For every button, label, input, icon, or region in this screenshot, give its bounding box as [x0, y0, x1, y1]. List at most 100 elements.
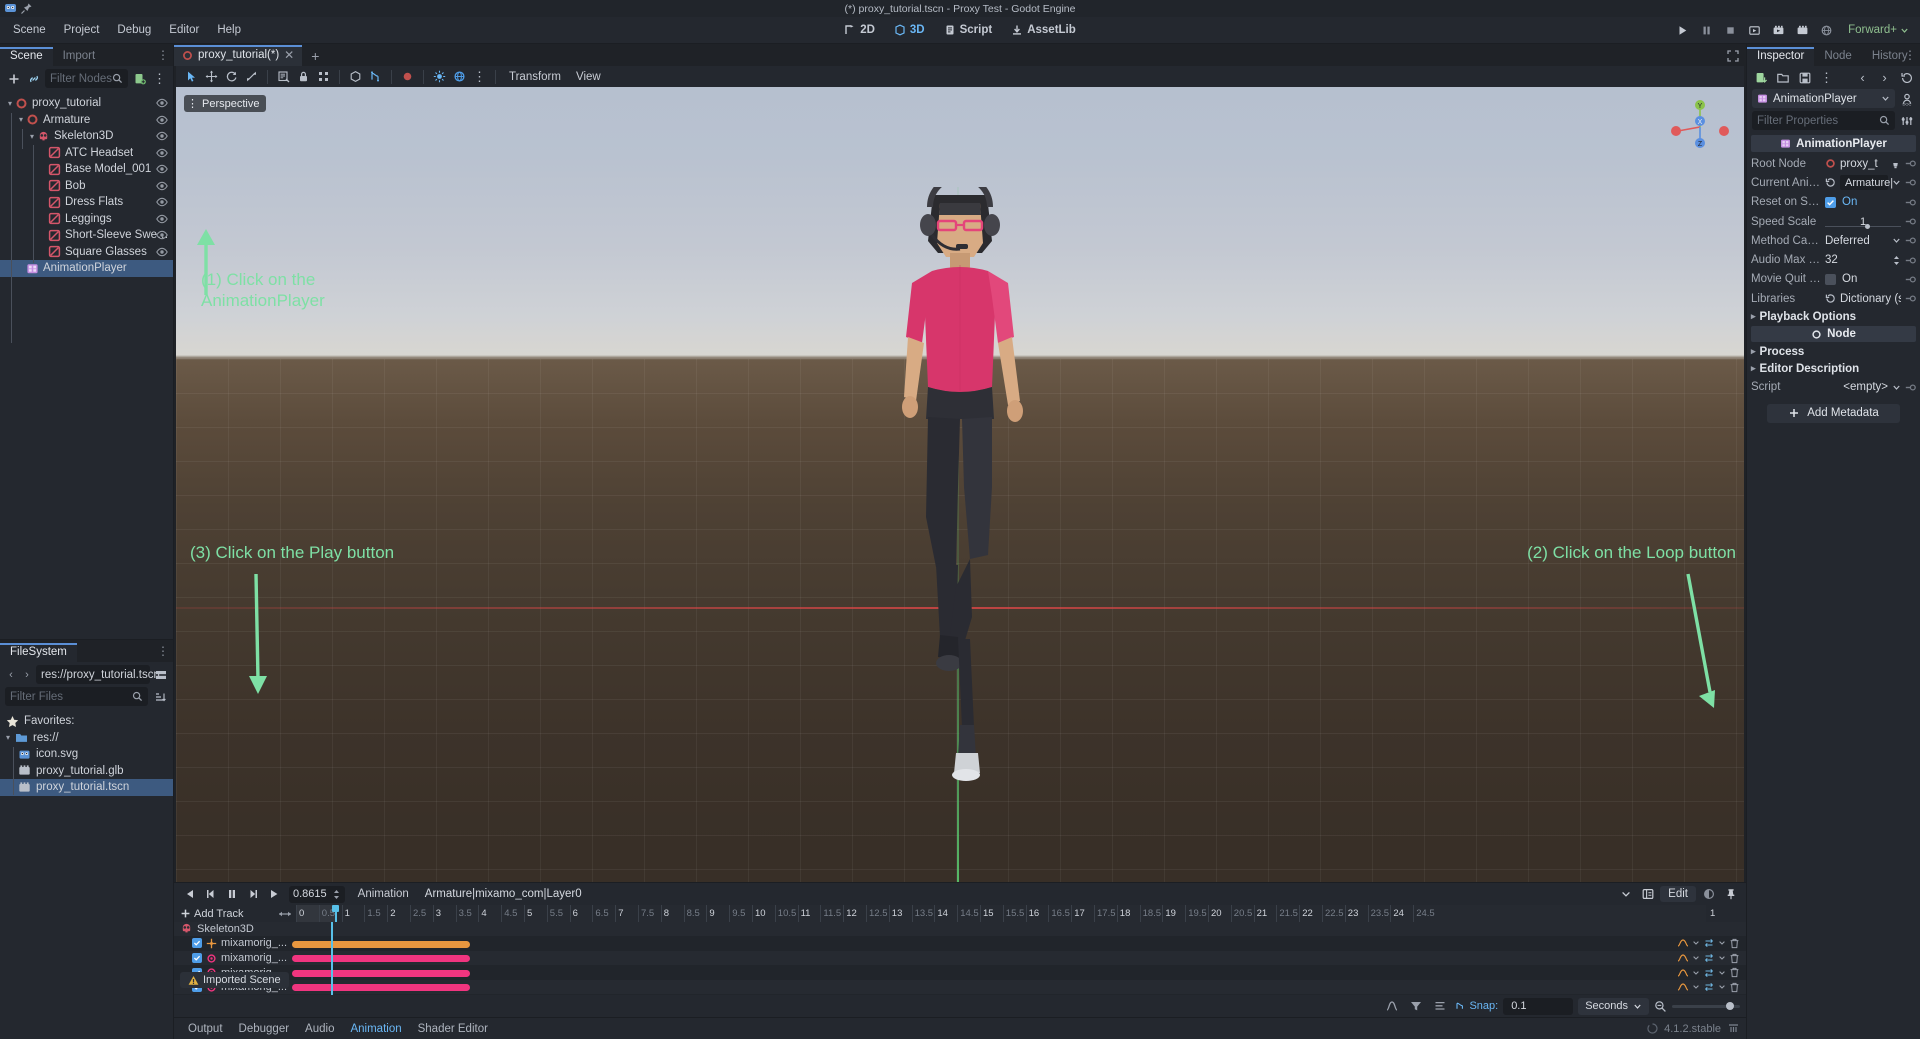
filesystem-item-proxy-tutorial-tscn[interactable]: proxy_tutorial.tscn [0, 779, 173, 796]
tab-inspector[interactable]: Inspector [1747, 47, 1815, 66]
play-scene-button[interactable] [1743, 20, 1765, 40]
visibility-icon[interactable] [156, 246, 168, 258]
renderer-selector[interactable]: Forward+ [1843, 22, 1914, 38]
main-tab-assetlib[interactable]: AssetLib [1003, 21, 1084, 39]
nav-back-icon[interactable]: ‹ [4, 669, 18, 681]
scale-mode-icon[interactable] [242, 68, 261, 85]
interpolation-icon[interactable] [1677, 953, 1689, 963]
reset-property-icon[interactable] [1825, 293, 1836, 304]
snap-icon[interactable] [366, 68, 385, 85]
reset-property-icon[interactable] [1825, 177, 1836, 188]
checkbox-unchecked-icon[interactable] [1825, 273, 1836, 285]
filesystem-item-res[interactable]: ▾ res:// [0, 730, 173, 747]
scene-tree-item-dress-flats[interactable]: Dress Flats [0, 194, 173, 211]
chevron-down-icon[interactable] [1718, 969, 1726, 977]
inspector-history-icon[interactable] [1898, 69, 1915, 86]
pin-window-icon[interactable] [20, 2, 33, 15]
expand-arrow-icon[interactable]: ▾ [16, 115, 26, 124]
revert-property-icon[interactable] [1905, 274, 1916, 285]
menu-editor[interactable]: Editor [160, 21, 208, 39]
filter-properties-input[interactable] [1757, 114, 1879, 127]
chevron-down-icon[interactable] [1718, 983, 1726, 991]
sort-files-icon[interactable] [151, 688, 168, 705]
timeline-ruler[interactable]: 0 1 2 3 4 5 6 7 8 9 10 11 12 13 14 15 16 17 18 19 20 21 22 23 24… [296, 905, 1706, 923]
tab-scene[interactable]: Scene [0, 47, 53, 66]
pause-project-button[interactable] [1695, 20, 1717, 40]
chevron-down-icon[interactable] [1692, 969, 1700, 977]
visibility-icon[interactable] [156, 97, 168, 109]
chevron-down-icon[interactable] [1892, 178, 1901, 187]
filter-nodes-field[interactable] [45, 69, 128, 88]
list-select-icon[interactable] [274, 68, 293, 85]
tab-node[interactable]: Node [1814, 47, 1862, 66]
keyframe-bar[interactable] [292, 969, 470, 977]
nav-forward-icon[interactable]: › [20, 669, 34, 681]
section-playback-options[interactable]: ▸ Playback Options [1747, 308, 1920, 325]
snap-unit-dropdown[interactable]: Seconds [1578, 997, 1649, 1015]
revert-property-icon[interactable] [1905, 382, 1916, 393]
toggle-split-mode-icon[interactable] [152, 666, 169, 683]
scene-tree[interactable]: ▾ proxy_tutorial ▾ Armature ▾ Skeleton3D ATC H… [0, 91, 173, 639]
current-animation-value[interactable]: Armature| [1840, 175, 1893, 191]
current-path-field[interactable]: res://proxy_tutorial.tscn [36, 665, 160, 684]
transform-menu[interactable]: Transform [502, 69, 568, 85]
track-list-options-icon[interactable] [1430, 997, 1449, 1015]
filter-files-field[interactable] [5, 687, 148, 706]
scene-tree-options-icon[interactable]: ⋮ [151, 70, 168, 87]
snap-object-icon[interactable] [346, 68, 365, 85]
snap-toggle[interactable]: Snap: [1454, 1000, 1498, 1012]
visibility-icon[interactable] [156, 229, 168, 241]
revert-property-icon[interactable] [1905, 177, 1916, 188]
previous-keyframe-button[interactable] [201, 885, 220, 903]
inspector-forward-icon[interactable]: › [1876, 69, 1893, 86]
close-icon[interactable]: ✕ [284, 48, 294, 62]
property-speed-scale[interactable]: Speed Scale 1 [1747, 212, 1920, 231]
scene-tree-item-atc-headset[interactable]: ATC Headset [0, 145, 173, 162]
expand-arrow-icon[interactable]: ▾ [27, 132, 37, 141]
interpolation-icon[interactable] [1677, 968, 1689, 978]
bezier-editor-icon[interactable] [1382, 997, 1401, 1015]
track-group-skeleton3d[interactable]: Skeleton3D [174, 922, 1746, 937]
open-documentation-icon[interactable]: DOC [1898, 90, 1915, 107]
property-script[interactable]: Script <empty> [1747, 377, 1920, 396]
keyframe-bar[interactable] [292, 984, 470, 992]
loop-wrap-icon[interactable] [1703, 953, 1715, 963]
remove-track-icon[interactable] [1729, 967, 1740, 978]
property-libraries[interactable]: Libraries Dictionary (siz [1747, 289, 1920, 308]
revert-property-icon[interactable] [1905, 216, 1916, 227]
folder-icon[interactable] [1774, 69, 1791, 86]
animation-library-icon[interactable] [1638, 885, 1657, 903]
move-mode-icon[interactable] [202, 68, 221, 85]
snap-value-field[interactable]: 0.1 [1503, 997, 1574, 1015]
property-method-call-mode[interactable]: Method Call Mo... Deferred [1747, 231, 1920, 250]
spin-updown-icon[interactable] [332, 889, 341, 900]
distraction-free-mode-icon[interactable] [1726, 49, 1740, 63]
visibility-icon[interactable] [156, 114, 168, 126]
revert-property-icon[interactable] [1905, 235, 1916, 246]
property-value[interactable]: On [1825, 196, 1901, 208]
preview-sun-icon[interactable] [430, 68, 449, 85]
property-value[interactable]: proxy_t [1825, 158, 1901, 170]
track-row[interactable]: mixamorig_... [174, 965, 1746, 981]
onion-skinning-icon[interactable] [1699, 885, 1718, 903]
scene-tree-item-base-model-001[interactable]: Base Model_001 [0, 161, 173, 178]
menu-help[interactable]: Help [208, 21, 250, 39]
interpolation-icon[interactable] [1677, 938, 1689, 948]
stop-project-button[interactable] [1719, 20, 1741, 40]
next-keyframe-button[interactable] [243, 885, 262, 903]
visibility-icon[interactable] [156, 147, 168, 159]
open-resource-icon[interactable] [1752, 69, 1769, 86]
perspective-label[interactable]: ⋮ Perspective [184, 95, 267, 112]
filesystem-item-icon-svg[interactable]: icon.svg [0, 746, 173, 763]
chevron-down-icon[interactable] [1692, 939, 1700, 947]
main-tab-script[interactable]: Script [936, 21, 1001, 39]
assign-node-icon[interactable] [1890, 158, 1901, 169]
visibility-icon[interactable] [156, 130, 168, 142]
view-options-icon[interactable]: ⋮ [470, 68, 489, 85]
visibility-icon[interactable] [156, 196, 168, 208]
property-value[interactable]: Dictionary (siz [1825, 293, 1901, 305]
scene-tree-item-leggings[interactable]: Leggings [0, 211, 173, 228]
track-enabled-checkbox[interactable] [192, 938, 202, 949]
track-keyframe-area[interactable] [292, 951, 1666, 965]
property-current-animation[interactable]: Current Anim... Armature| [1747, 173, 1920, 192]
